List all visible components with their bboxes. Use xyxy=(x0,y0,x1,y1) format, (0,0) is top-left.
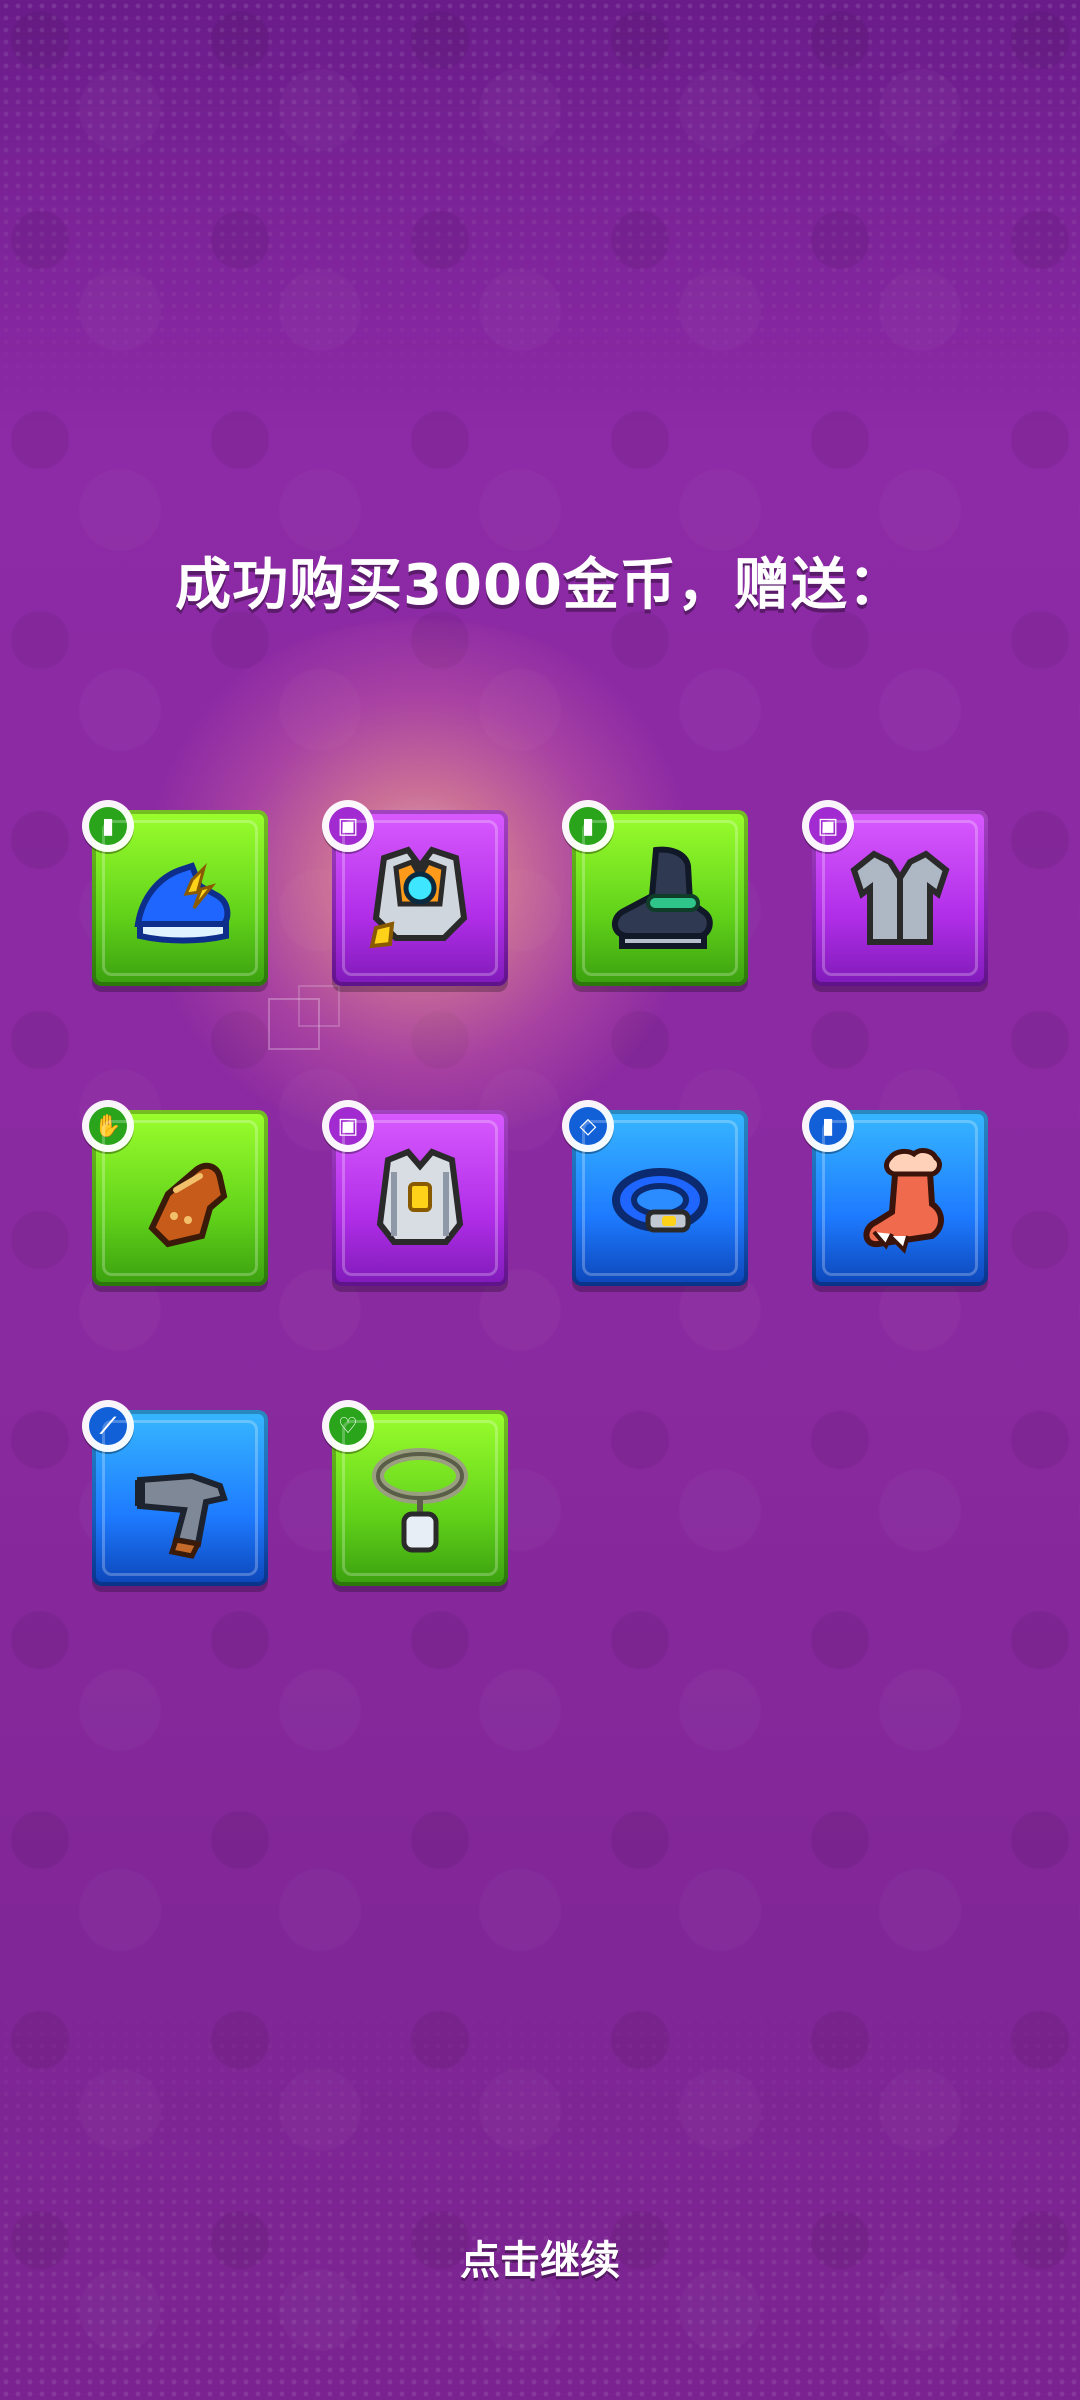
tap-to-continue-area[interactable] xyxy=(0,0,1080,2400)
